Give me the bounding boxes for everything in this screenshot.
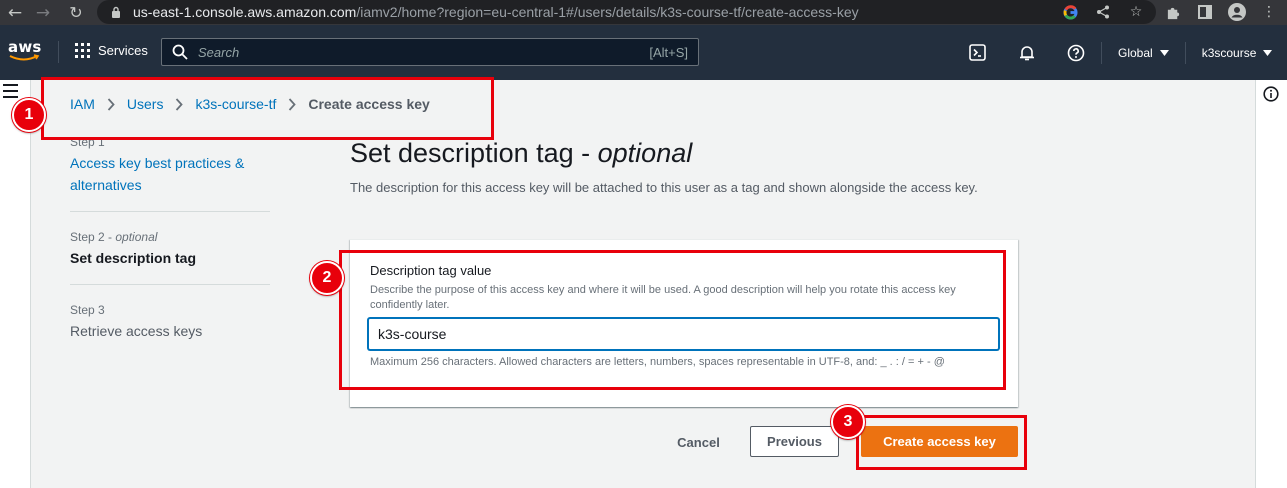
- step-2: Step 2 - optional Set description tag: [70, 230, 270, 269]
- caret-down-icon: [1263, 49, 1273, 56]
- step-label: Step 1: [70, 135, 105, 149]
- back-arrow-icon[interactable]: ←: [3, 1, 27, 25]
- aws-top-nav: aws Services Search [Alt+S] Global k3sco…: [0, 25, 1287, 80]
- step-divider: [70, 284, 270, 285]
- breadcrumb-current: Create access key: [308, 96, 430, 112]
- extensions-puzzle-icon[interactable]: [1163, 2, 1183, 22]
- url-text: us-east-1.console.aws.amazon.com/iamv2/h…: [133, 4, 859, 20]
- caret-down-icon: [1159, 49, 1169, 56]
- region-selector[interactable]: Global: [1110, 46, 1177, 60]
- aws-search-input[interactable]: Search [Alt+S]: [161, 38, 699, 66]
- aws-logo[interactable]: aws: [8, 38, 42, 64]
- navigation-drawer-collapsed: [0, 80, 31, 488]
- step-3: Step 3 Retrieve access keys: [70, 303, 270, 342]
- annotation-marker-1: 1: [12, 98, 46, 132]
- wizard-steps: Step 1 Access key best practices & alter…: [70, 135, 270, 342]
- field-label: Description tag value: [370, 263, 492, 278]
- field-constraint-text: Maximum 256 characters. Allowed characte…: [370, 356, 945, 368]
- google-icon[interactable]: [1060, 2, 1080, 22]
- search-icon: [172, 44, 188, 60]
- cancel-button[interactable]: Cancel: [665, 427, 732, 457]
- forward-arrow-icon[interactable]: →: [31, 1, 55, 25]
- description-tag-input[interactable]: [368, 318, 999, 350]
- help-panel-collapsed: [1255, 80, 1287, 488]
- step-1: Step 1 Access key best practices & alter…: [70, 135, 270, 196]
- menu-hamburger-icon[interactable]: [3, 84, 18, 98]
- side-panel-icon[interactable]: [1195, 2, 1215, 22]
- nav-divider: [1101, 41, 1102, 64]
- services-grid-icon: [75, 43, 90, 58]
- annotation-marker-2: 2: [310, 261, 344, 295]
- annotation-marker-3: 3: [831, 405, 865, 439]
- step-divider: [70, 211, 270, 212]
- notifications-bell-icon[interactable]: [1009, 35, 1044, 70]
- breadcrumb: IAM Users k3s-course-tf Create access ke…: [70, 96, 430, 112]
- nav-divider: [1184, 41, 1186, 64]
- cloudshell-icon[interactable]: [960, 35, 995, 70]
- step-1-link[interactable]: Access key best practices & alternatives: [70, 152, 270, 196]
- share-icon[interactable]: [1093, 2, 1113, 22]
- address-bar[interactable]: us-east-1.console.aws.amazon.com/iamv2/h…: [97, 0, 1156, 24]
- field-description: Describe the purpose of this access key …: [370, 284, 956, 311]
- breadcrumb-user[interactable]: k3s-course-tf: [195, 96, 276, 112]
- reload-icon[interactable]: ↻: [64, 1, 88, 25]
- nav-divider: [58, 41, 59, 63]
- help-icon[interactable]: [1058, 35, 1093, 70]
- step-label: Step 2 - optional: [70, 230, 158, 244]
- lock-icon: [109, 5, 123, 19]
- browser-toolbar: ← → ↻ us-east-1.console.aws.amazon.com/i…: [0, 0, 1287, 25]
- services-menu-button[interactable]: Services: [75, 43, 148, 58]
- account-menu[interactable]: k3scourse: [1194, 46, 1281, 60]
- bookmark-star-icon[interactable]: ☆: [1126, 2, 1146, 22]
- description-tag-form: Description tag value Describe the purpo…: [350, 239, 1018, 407]
- page-title: Set description tag - optional: [350, 138, 693, 168]
- previous-button[interactable]: Previous: [750, 426, 839, 457]
- chevron-right-icon: [175, 97, 184, 111]
- browser-menu-icon[interactable]: ⋮: [1259, 2, 1279, 22]
- step-label: Step 3: [70, 303, 105, 317]
- info-icon[interactable]: [1263, 86, 1279, 102]
- chevron-right-icon: [288, 97, 297, 111]
- step-2-title: Set description tag: [70, 250, 197, 266]
- profile-avatar-icon[interactable]: [1227, 2, 1247, 22]
- breadcrumb-iam[interactable]: IAM: [70, 96, 95, 112]
- breadcrumb-users[interactable]: Users: [127, 96, 164, 112]
- page-description: The description for this access key will…: [350, 180, 978, 195]
- step-3-title: Retrieve access keys: [70, 323, 203, 339]
- chevron-right-icon: [107, 97, 115, 111]
- create-access-key-button[interactable]: Create access key: [861, 426, 1018, 457]
